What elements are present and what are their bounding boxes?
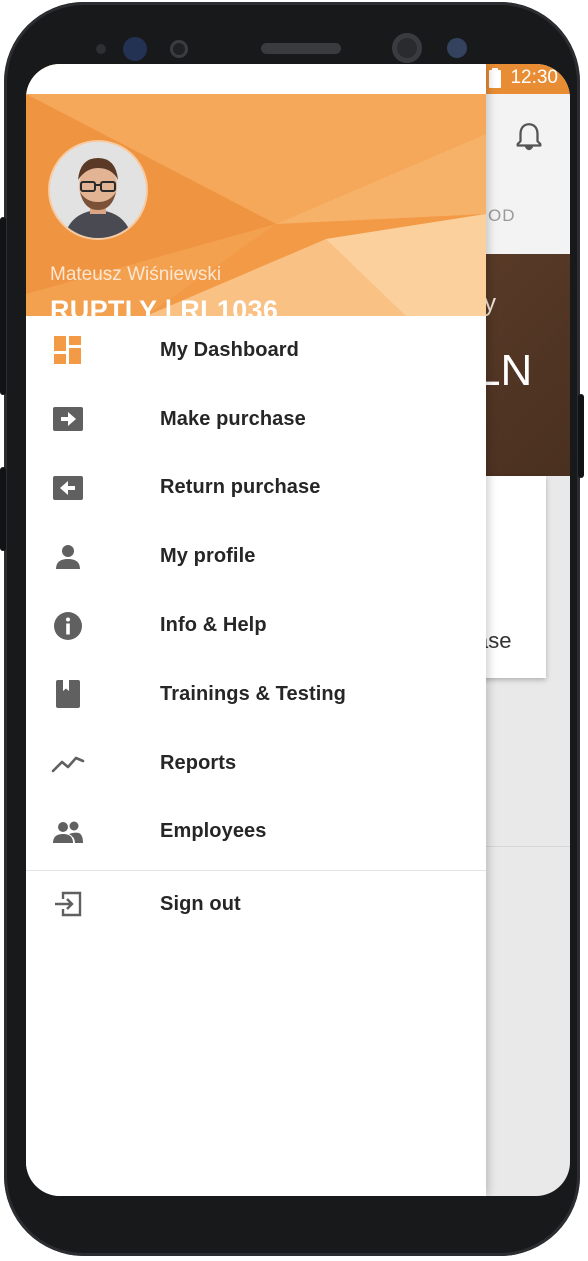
phone-frame: 12:30 OD y LN ase Mateusz Wiśniewski RUP…: [0, 2, 584, 1256]
user-photo: [50, 142, 146, 238]
menu-label: Reports: [160, 751, 237, 774]
menu-label: Make purchase: [160, 407, 306, 430]
user-name: Mateusz Wiśniewski: [50, 264, 222, 285]
menu-label: Trainings & Testing: [160, 682, 346, 705]
bell-icon[interactable]: [512, 120, 546, 154]
menu-item-my-dashboard[interactable]: My Dashboard: [26, 316, 486, 385]
people-icon: [51, 815, 85, 849]
navigation-drawer: Mateusz Wiśniewski RUPTLY | RL1036 My Da…: [26, 64, 486, 1196]
book-icon: [51, 677, 85, 711]
volume-button: [0, 217, 6, 395]
menu-item-return-purchase[interactable]: Return purchase: [26, 454, 486, 523]
menu-item-employees[interactable]: Employees: [26, 798, 486, 867]
front-camera: [392, 33, 422, 63]
menu-label: My Dashboard: [160, 338, 300, 361]
menu-item-reports[interactable]: Reports: [26, 729, 486, 798]
user-company: RUPTLY | RL1036: [50, 295, 279, 316]
screen: 12:30 OD y LN ase Mateusz Wiśniewski RUP…: [26, 64, 570, 1196]
battery-icon: [489, 68, 502, 88]
drawer-header: Mateusz Wiśniewski RUPTLY | RL1036: [26, 94, 486, 316]
iris-camera: [447, 38, 467, 58]
status-time: 12:30: [510, 67, 558, 88]
trending-icon: [51, 746, 85, 780]
menu-item-sign-out[interactable]: Sign out: [26, 871, 486, 937]
power-button: [578, 394, 584, 478]
sensor: [96, 44, 106, 54]
menu-item-info-help[interactable]: Info & Help: [26, 591, 486, 660]
drawer-menu: My Dashboard Make purchase Return purcha…: [26, 316, 486, 937]
info-icon: [51, 609, 85, 643]
menu-item-my-profile[interactable]: My profile: [26, 522, 486, 591]
dashboard-icon: [51, 333, 85, 367]
iris-sensor: [123, 37, 147, 61]
tab-label[interactable]: OD: [488, 206, 516, 226]
bixby-button: [0, 467, 6, 551]
earpiece-speaker: [261, 43, 341, 54]
menu-label: Return purchase: [160, 476, 321, 499]
proximity-sensor: [170, 40, 188, 58]
arrow-right-box-icon: [51, 402, 85, 436]
exit-icon: [51, 887, 85, 921]
arrow-left-box-icon: [51, 471, 85, 505]
menu-item-make-purchase[interactable]: Make purchase: [26, 385, 486, 454]
menu-label: Employees: [160, 820, 267, 843]
menu-label: Info & Help: [160, 614, 267, 637]
menu-label: Sign out: [160, 892, 241, 915]
avatar[interactable]: [50, 142, 146, 238]
person-icon: [51, 540, 85, 574]
menu-item-trainings-testing[interactable]: Trainings & Testing: [26, 660, 486, 729]
menu-label: My profile: [160, 545, 256, 568]
